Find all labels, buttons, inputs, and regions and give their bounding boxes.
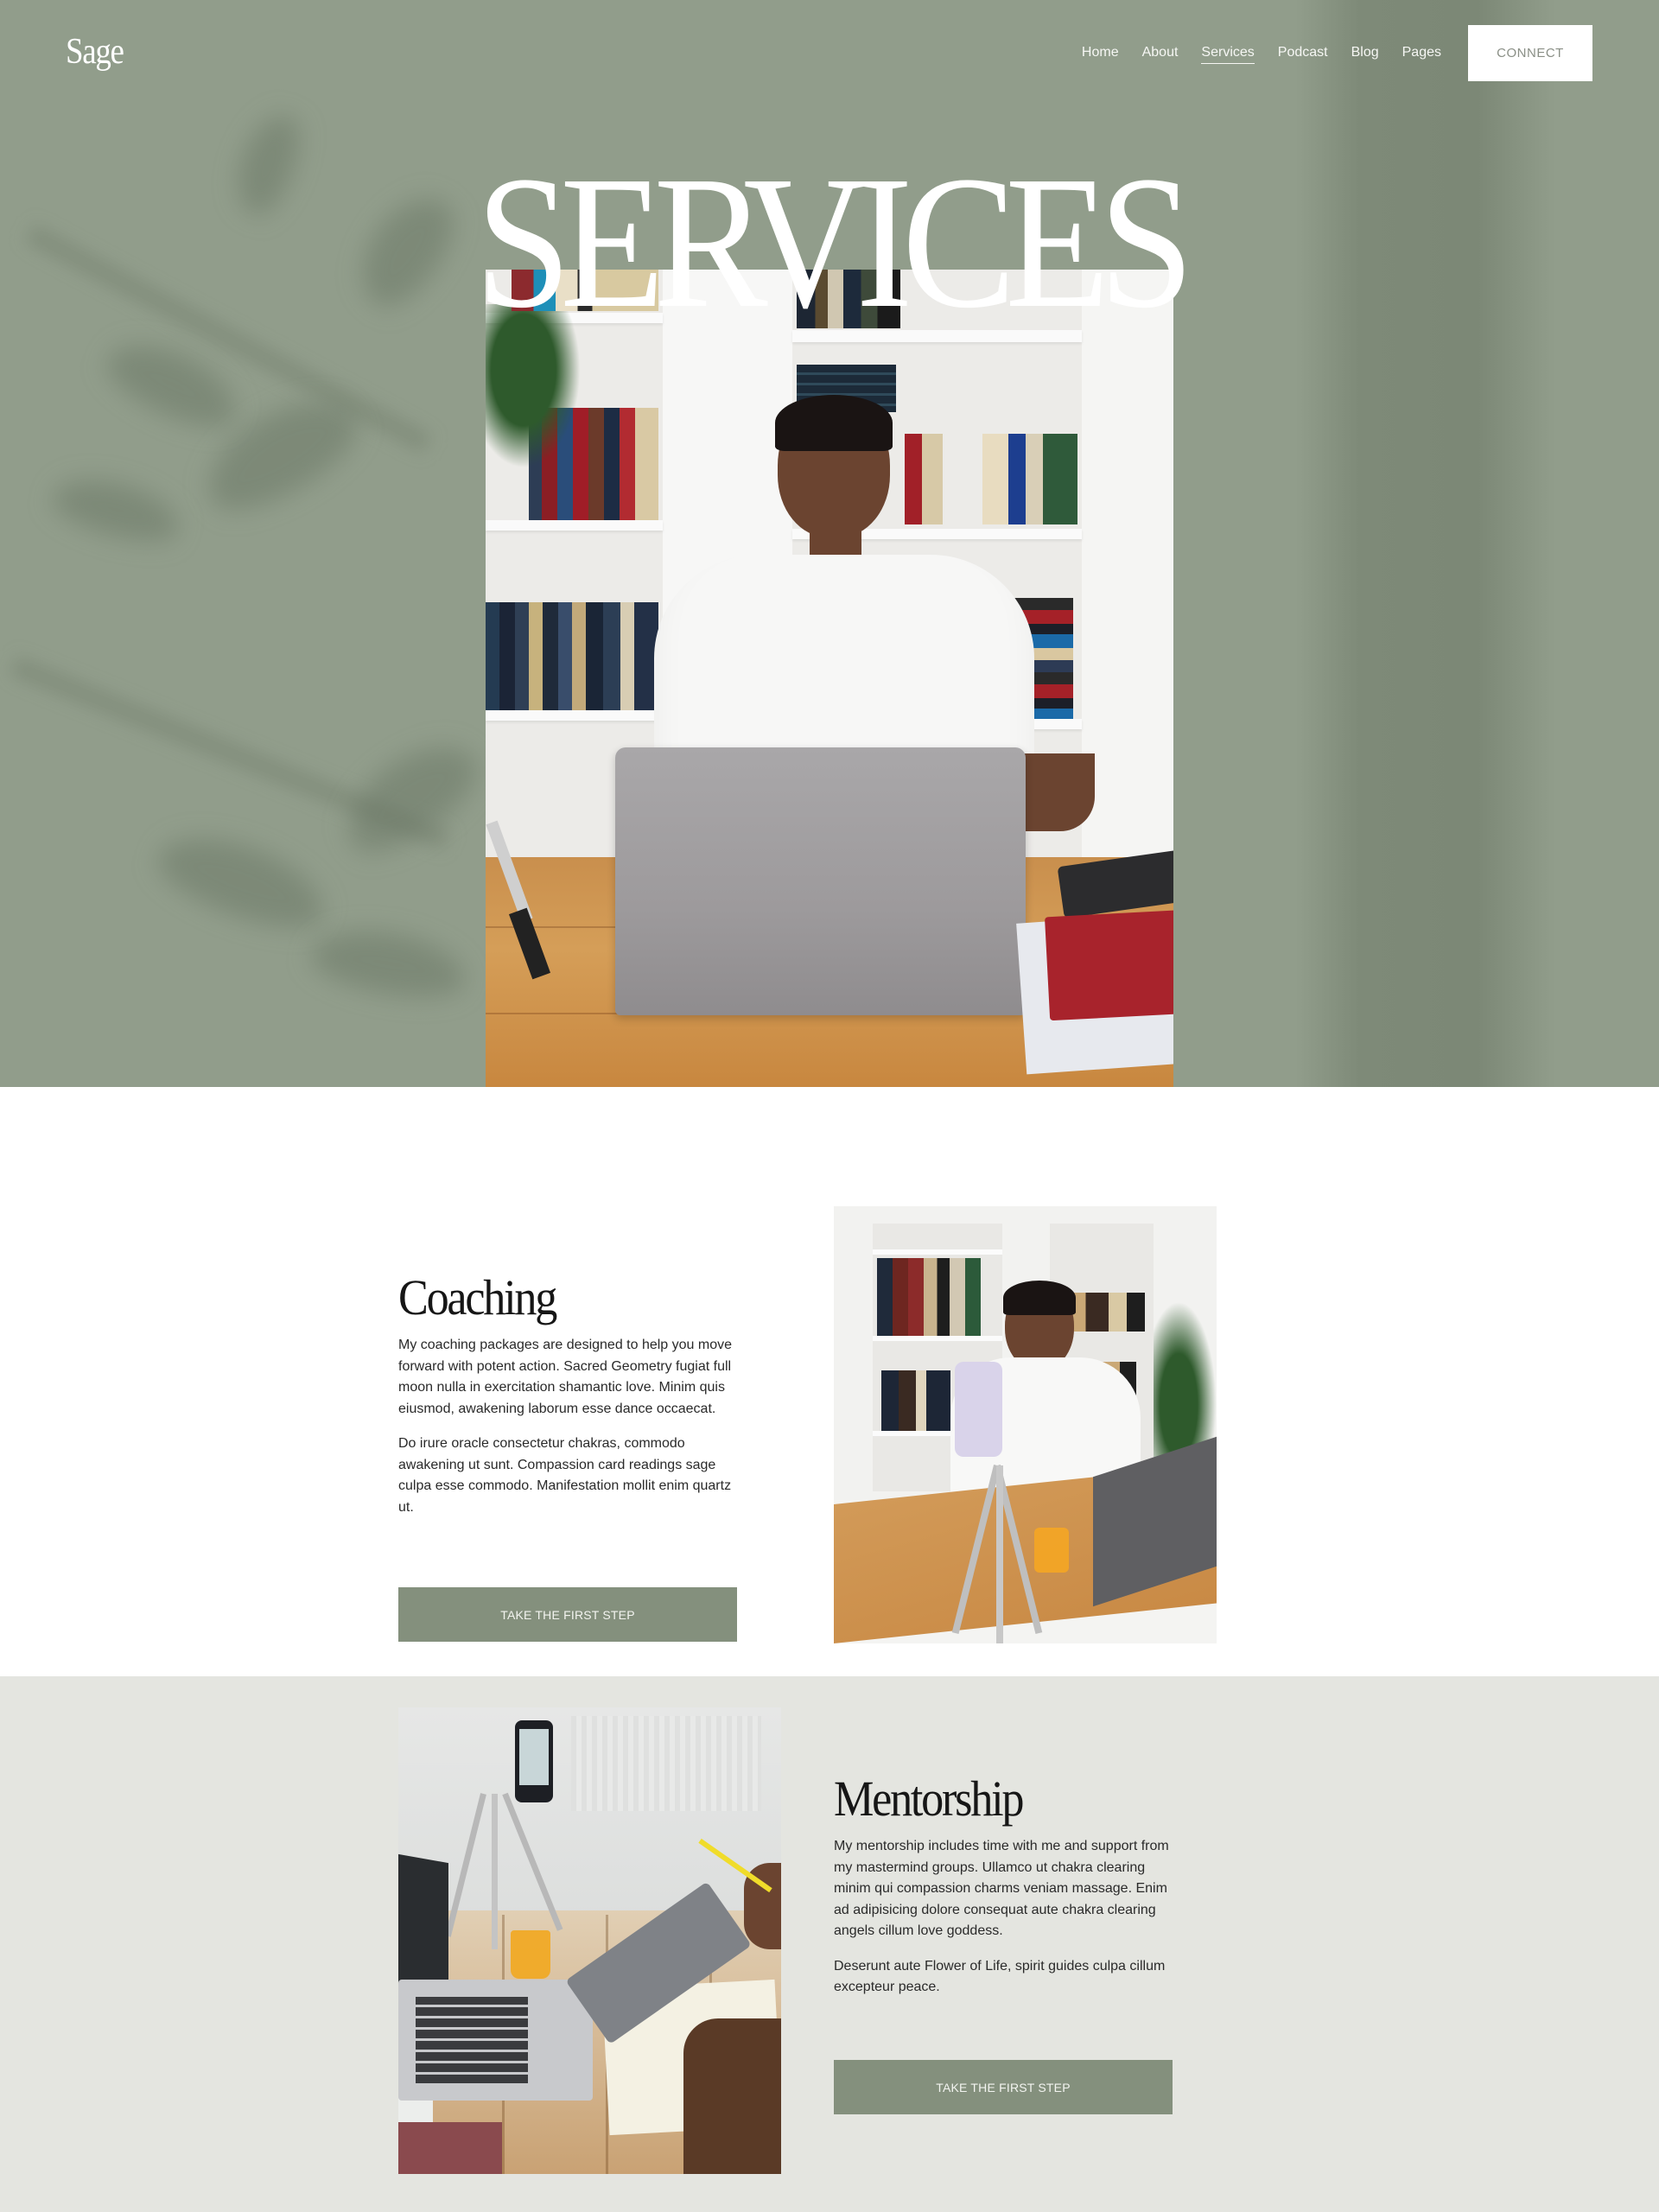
coaching-section: Coaching My coaching packages are design… bbox=[0, 1087, 1659, 1676]
nav-link-blog[interactable]: Blog bbox=[1351, 45, 1379, 64]
leaf-shadow bbox=[307, 919, 471, 1007]
nav-link-about[interactable]: About bbox=[1142, 45, 1179, 64]
mentorship-paragraph: My mentorship includes time with me and … bbox=[834, 1839, 1169, 1938]
connect-button[interactable]: CONNECT bbox=[1468, 25, 1592, 81]
nav-link-services[interactable]: Services bbox=[1201, 45, 1255, 64]
coaching-paragraph: My coaching packages are designed to hel… bbox=[398, 1338, 733, 1416]
nav-link-pages[interactable]: Pages bbox=[1402, 45, 1441, 64]
leaf-shadow bbox=[149, 819, 335, 944]
coaching-image bbox=[834, 1206, 1217, 1643]
coaching-text: Coaching My coaching packages are design… bbox=[398, 1268, 744, 1518]
site-logo[interactable]: Sage bbox=[66, 31, 124, 73]
page-title: SERVICES bbox=[475, 137, 1194, 347]
mentorship-paragraph: Deserunt aute Flower of Life, spirit gui… bbox=[834, 1958, 1166, 1995]
hero-image bbox=[486, 270, 1173, 1087]
mentorship-text: Mentorship My mentorship includes time w… bbox=[834, 1770, 1179, 1999]
nav-link-home[interactable]: Home bbox=[1082, 45, 1119, 64]
coaching-paragraph: Do irure oracle consectetur chakras, com… bbox=[398, 1436, 732, 1515]
mentorship-cta-button[interactable]: TAKE THE FIRST STEP bbox=[834, 2060, 1173, 2114]
mentorship-image bbox=[398, 1707, 781, 2174]
coaching-heading: Coaching bbox=[398, 1269, 557, 1325]
top-navigation: Sage Home About Services Podcast Blog Pa… bbox=[0, 0, 1659, 108]
hero-section: Sage Home About Services Podcast Blog Pa… bbox=[0, 0, 1659, 1087]
coaching-cta-button[interactable]: TAKE THE FIRST STEP bbox=[398, 1587, 737, 1642]
nav-link-podcast[interactable]: Podcast bbox=[1278, 45, 1328, 64]
mentorship-heading: Mentorship bbox=[834, 1770, 1024, 1827]
leaf-shadow bbox=[47, 467, 187, 552]
nav-links: Home About Services Podcast Blog Pages bbox=[1058, 45, 1441, 64]
mentorship-section: Mentorship My mentorship includes time w… bbox=[0, 1676, 1659, 2212]
